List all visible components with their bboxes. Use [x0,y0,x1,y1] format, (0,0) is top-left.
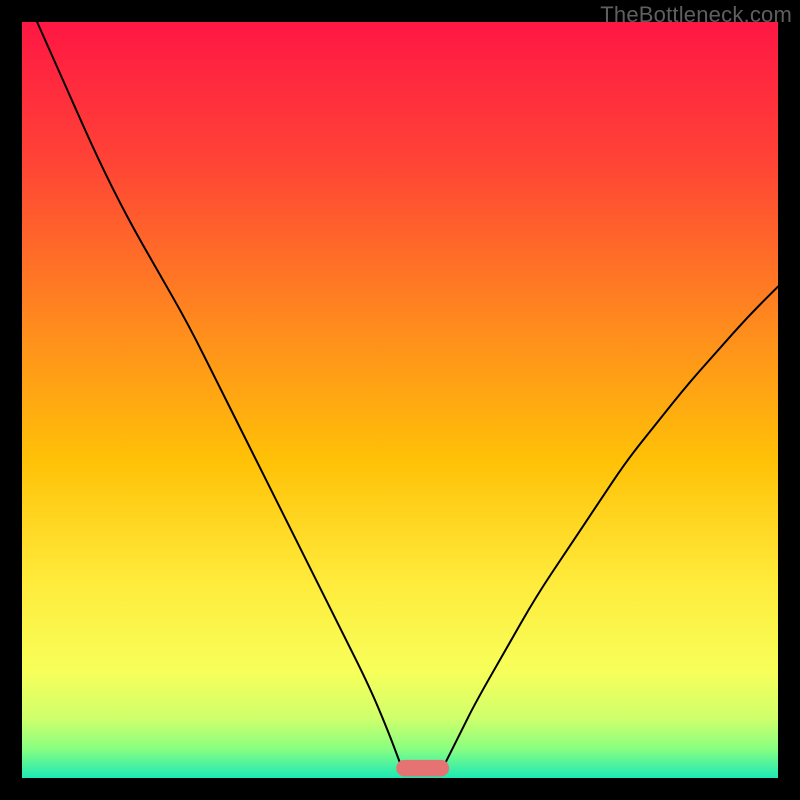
optimal-marker [396,760,449,777]
chart-background [22,22,778,778]
watermark-text: TheBottleneck.com [600,2,792,28]
plot-area [22,22,778,778]
bottleneck-chart [22,22,778,778]
chart-frame: TheBottleneck.com [0,0,800,800]
